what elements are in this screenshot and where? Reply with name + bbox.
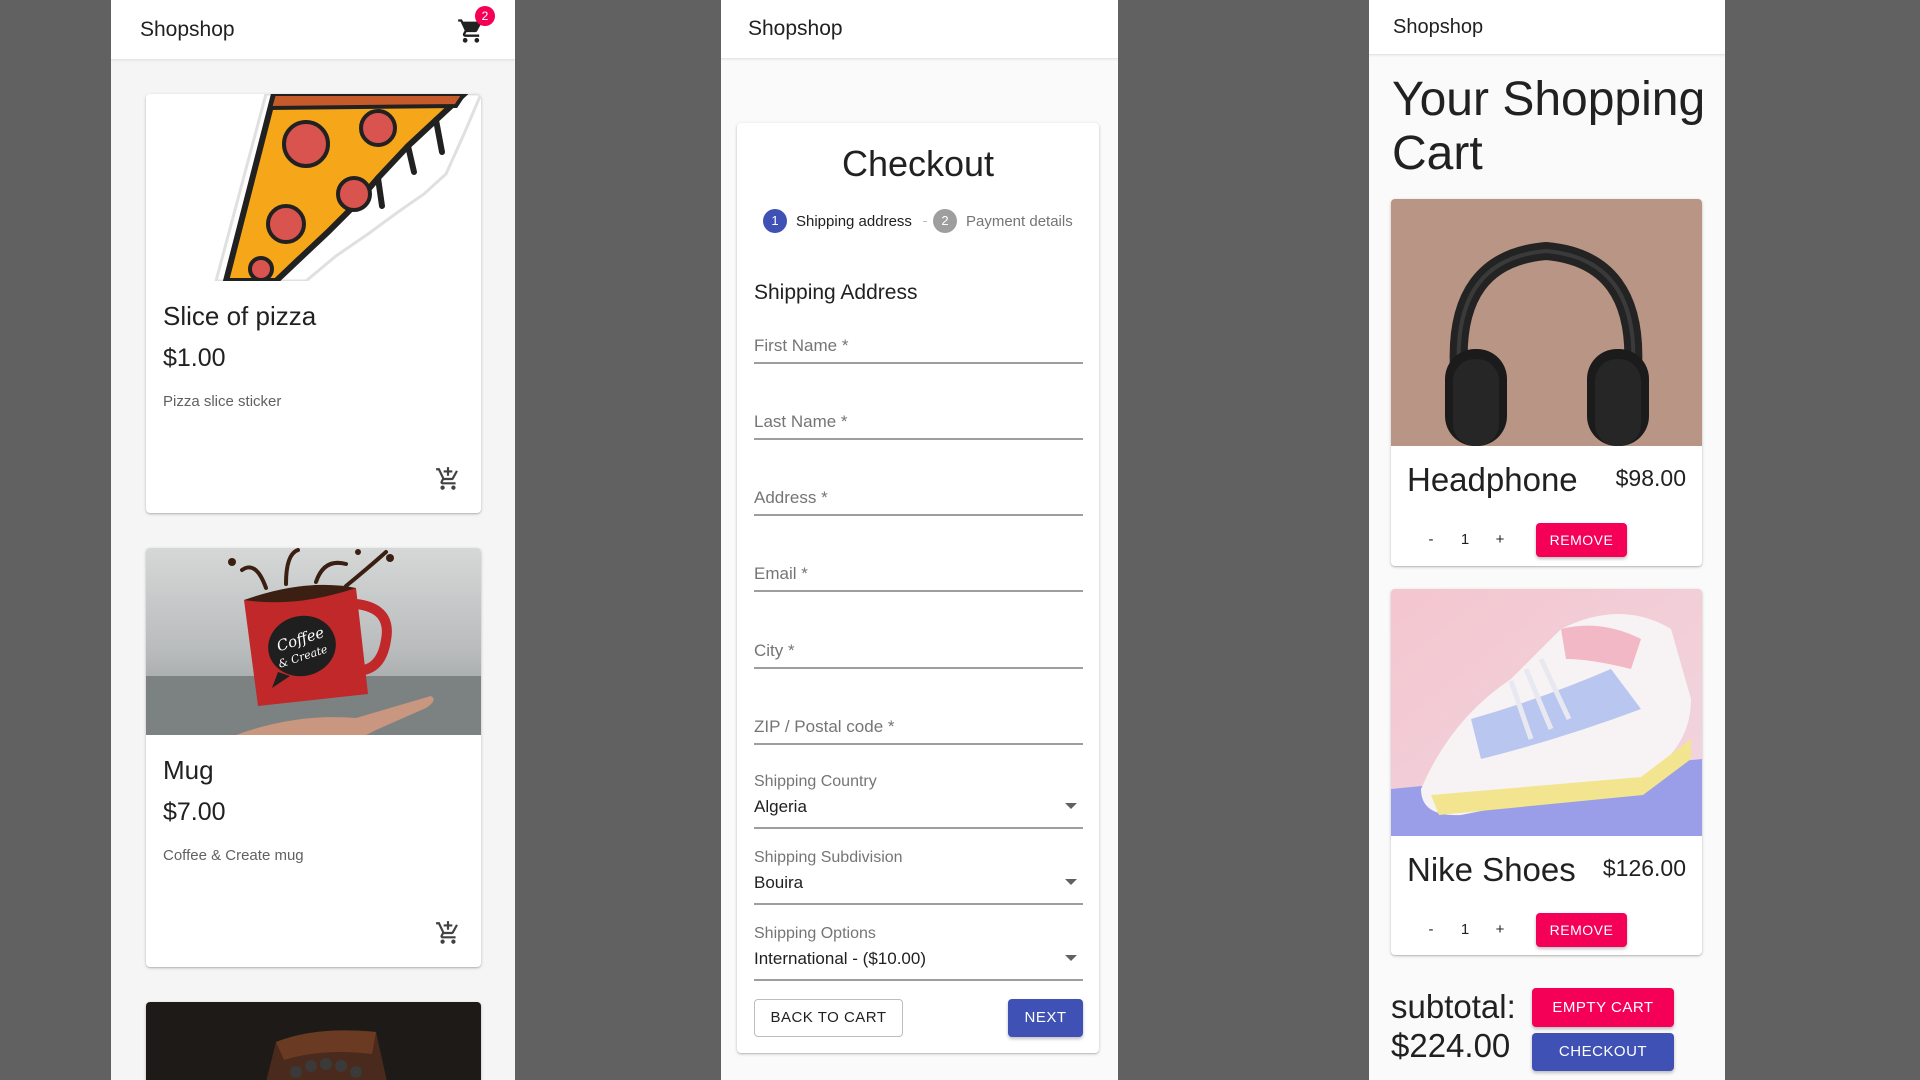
checkout-title: Checkout (841, 143, 995, 184)
cart-item-image-headphone (1391, 199, 1702, 446)
select-value: International - ($10.00) (754, 949, 926, 968)
city-field[interactable]: City * (754, 629, 1083, 669)
stepper-connector (923, 221, 927, 222)
back-to-cart-button[interactable]: BACK TO CART (754, 999, 903, 1037)
field-label: First Name * (754, 336, 849, 355)
checkout-button[interactable]: CHECKOUT (1532, 1033, 1674, 1071)
increase-quantity-button[interactable]: + (1490, 531, 1510, 548)
increase-quantity-button[interactable]: + (1490, 921, 1510, 938)
product-description: Coffee & Create mug (163, 847, 304, 864)
last-name-field[interactable]: Last Name * (754, 400, 1083, 440)
step-1-label: Shipping address (796, 213, 912, 230)
select-underline (754, 979, 1083, 981)
dropdown-arrow-icon (1065, 955, 1077, 961)
cart-title: Your Shopping Cart (1392, 73, 1706, 180)
brand-title[interactable]: Shopshop (1393, 16, 1483, 39)
field-label: Address * (754, 488, 828, 507)
checkout-card: Checkout 1 Shipping address 2 Payment de… (737, 123, 1099, 1053)
add-shopping-cart-icon[interactable] (435, 466, 461, 492)
decrease-quantity-button[interactable]: - (1421, 921, 1441, 938)
field-label: ZIP / Postal code * (754, 717, 895, 736)
subtotal-value: $224.00 (1391, 1027, 1511, 1064)
step-2-icon: 2 (933, 209, 957, 233)
shipping-subdivision-select[interactable]: Shipping Subdivision Bouira (754, 849, 1083, 905)
field-underline (754, 362, 1083, 364)
product-image-pizza (146, 94, 481, 281)
cart-panel: Shopshop Your Shopping Cart Headphone $9… (1369, 0, 1725, 1080)
app-bar: Shopshop 2 (111, 0, 515, 60)
quantity-value: 1 (1460, 921, 1470, 938)
first-name-field[interactable]: First Name * (754, 324, 1083, 364)
field-underline (754, 438, 1083, 440)
select-label: Shipping Subdivision (754, 849, 903, 866)
remove-button[interactable]: REMOVE (1536, 523, 1627, 557)
select-label: Shipping Options (754, 925, 876, 942)
product-name: Mug (163, 755, 214, 785)
add-shopping-cart-icon[interactable] (435, 920, 461, 946)
checkout-panel: Shopshop Checkout 1 Shipping address 2 P… (721, 0, 1118, 1080)
field-underline (754, 743, 1083, 745)
brand-title[interactable]: Shopshop (140, 18, 235, 42)
dropdown-arrow-icon (1065, 879, 1077, 885)
field-underline (754, 667, 1083, 669)
dropdown-arrow-icon (1065, 803, 1077, 809)
field-underline (754, 514, 1083, 516)
step-2-label: Payment details (966, 213, 1073, 230)
email-field[interactable]: Email * (754, 552, 1083, 592)
product-card (146, 1002, 481, 1080)
subtotal-label: subtotal: (1391, 988, 1516, 1025)
product-price: $1.00 (163, 344, 226, 372)
cart-item-card: Headphone $98.00 - 1 + REMOVE (1391, 199, 1702, 566)
select-value: Algeria (754, 797, 807, 816)
product-card: Coffee & Create Mug $7.00 Coffee & Creat… (146, 548, 481, 967)
field-label: Last Name * (754, 412, 848, 431)
select-underline (754, 903, 1083, 905)
decrease-quantity-button[interactable]: - (1421, 531, 1441, 548)
address-field[interactable]: Address * (754, 476, 1083, 516)
product-description: Pizza slice sticker (163, 393, 282, 410)
cart-item-name: Headphone (1407, 461, 1578, 498)
cart-item-price: $98.00 (1615, 465, 1686, 491)
select-underline (754, 827, 1083, 829)
products-panel: Shopshop 2 Slice of pizza $1.00 Pizza sl… (111, 0, 515, 1080)
product-price: $7.00 (163, 798, 226, 826)
step-1-icon: 1 (763, 209, 787, 233)
field-label: Email * (754, 564, 808, 583)
select-label: Shipping Country (754, 773, 877, 790)
product-image-bracelet (146, 1002, 481, 1080)
app-bar: Shopshop (721, 0, 1118, 59)
cart-item-price: $126.00 (1602, 855, 1686, 881)
brand-title[interactable]: Shopshop (748, 17, 843, 41)
empty-cart-button[interactable]: EMPTY CART (1532, 988, 1674, 1027)
shipping-address-heading: Shipping Address (754, 281, 918, 304)
cart-item-image-shoes (1391, 589, 1702, 836)
product-name: Slice of pizza (163, 301, 317, 331)
shipping-country-select[interactable]: Shipping Country Algeria (754, 773, 1083, 829)
product-card: Slice of pizza $1.00 Pizza slice sticker (146, 94, 481, 513)
field-label: City * (754, 641, 795, 660)
quantity-value: 1 (1460, 531, 1470, 548)
product-image-mug: Coffee & Create (146, 548, 481, 735)
app-bar: Shopshop (1369, 0, 1725, 55)
zip-field[interactable]: ZIP / Postal code * (754, 705, 1083, 745)
cart-item-card: Nike Shoes $126.00 - 1 + REMOVE (1391, 589, 1702, 955)
remove-button[interactable]: REMOVE (1536, 913, 1627, 947)
select-value: Bouira (754, 873, 804, 892)
next-button[interactable]: NEXT (1008, 999, 1083, 1037)
shipping-options-select[interactable]: Shipping Options International - ($10.00… (754, 925, 1083, 981)
cart-count-badge: 2 (475, 6, 495, 26)
cart-item-name: Nike Shoes (1407, 851, 1576, 888)
field-underline (754, 590, 1083, 592)
